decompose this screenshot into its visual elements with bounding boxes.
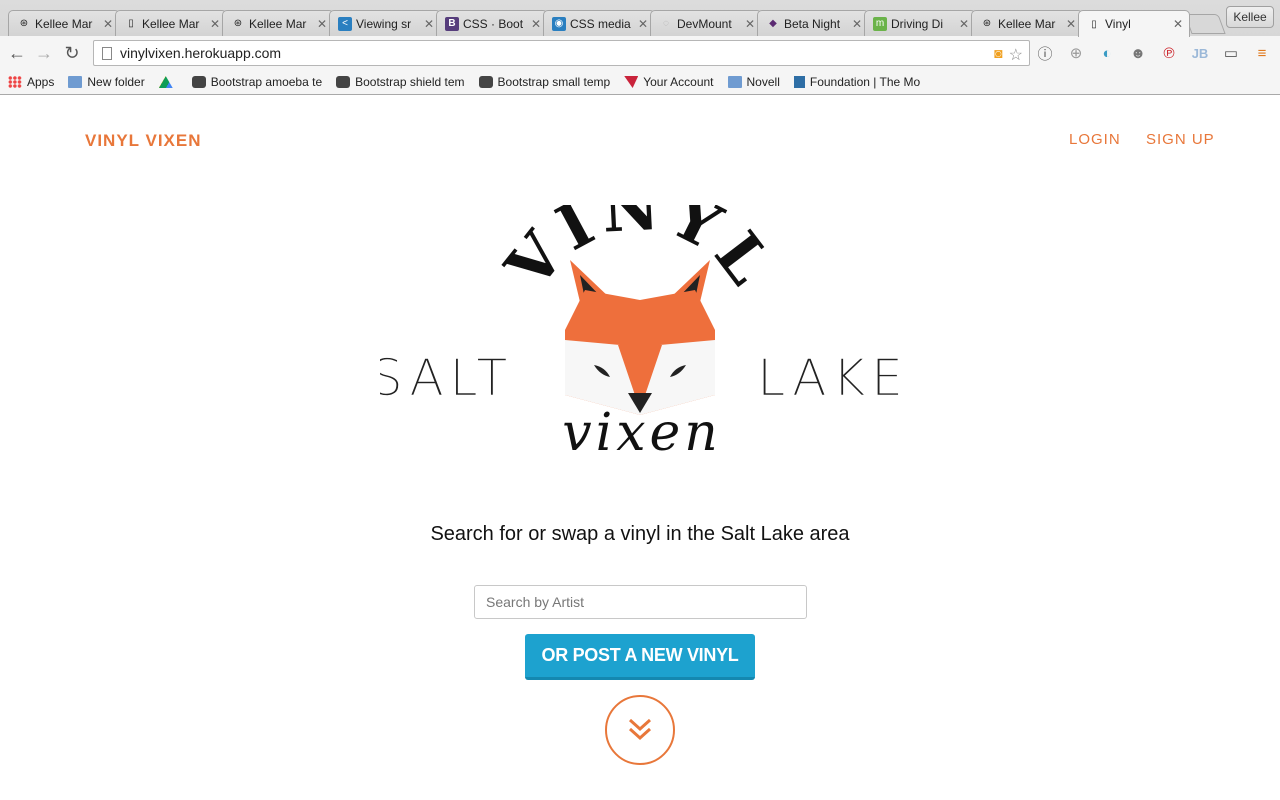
close-icon[interactable]: ✕: [103, 17, 113, 31]
page-icon: [102, 46, 112, 60]
drive-icon: [158, 76, 173, 88]
tab-beta-night[interactable]: ◆ Beta Night ✕: [757, 10, 869, 36]
address-bar[interactable]: vinylvixen.herokuapp.com ◙ ☆: [93, 40, 1030, 66]
new-tab-button[interactable]: [1184, 14, 1226, 34]
page-icon: ▯: [1091, 18, 1097, 30]
tab-viewing-source[interactable]: < Viewing sr ✕: [329, 10, 441, 36]
bookmarks-bar: Apps New folder Bootstrap amoeba te Boot…: [0, 70, 1280, 94]
double-chevron-down-icon: [628, 718, 652, 741]
login-link[interactable]: LOGIN: [1069, 131, 1121, 148]
profile-button[interactable]: Kellee: [1226, 6, 1274, 28]
bookmark-apps[interactable]: Apps: [8, 75, 54, 89]
bookmark-novell[interactable]: Novell: [727, 75, 780, 89]
cast-icon[interactable]: ▭: [1220, 42, 1242, 64]
info-icon[interactable]: ⓘ: [1034, 42, 1056, 64]
scroll-down-button[interactable]: [605, 695, 675, 765]
logo-script-text: vixen: [562, 403, 722, 463]
bootstrap-icon: B: [445, 16, 459, 31]
close-icon[interactable]: ✕: [531, 17, 541, 31]
close-icon[interactable]: ✕: [638, 17, 648, 31]
logo-right-text: LAKE: [757, 349, 900, 407]
tab-kellee-2[interactable]: ▯ Kellee Mar ✕: [115, 10, 227, 36]
chat-icon: ◉: [552, 16, 566, 31]
close-icon[interactable]: ✕: [317, 17, 327, 31]
globe-icon: ◌: [663, 18, 669, 29]
close-icon[interactable]: ✕: [424, 17, 434, 31]
hexagon-icon: [478, 76, 493, 88]
folder-icon: [727, 76, 742, 88]
octocat-icon: ⊛: [19, 18, 29, 29]
bookmark-drive[interactable]: [158, 76, 178, 88]
browser-toolbar: ← → ↻ vinylvixen.herokuapp.com ◙ ☆ ⓘ ⊕ ◐…: [0, 36, 1280, 70]
tab-devmount[interactable]: ◌ DevMount ✕: [650, 10, 762, 36]
ghostery-icon[interactable]: ☻: [1127, 42, 1149, 64]
folder-icon: [68, 76, 83, 88]
tab-vinyl[interactable]: ▯ Vinyl ✕: [1078, 10, 1190, 37]
close-icon[interactable]: ✕: [1066, 17, 1076, 31]
jetbrains-icon[interactable]: JB: [1189, 42, 1211, 64]
forward-arrow-icon[interactable]: →: [33, 42, 55, 64]
artist-search-input[interactable]: [474, 585, 807, 619]
fox-icon: [565, 260, 715, 415]
code-icon: <: [338, 16, 352, 31]
foundation-icon: [793, 76, 805, 88]
close-icon[interactable]: ✕: [959, 17, 969, 31]
tab-css-media[interactable]: ◉ CSS media ✕: [543, 10, 655, 36]
signup-link[interactable]: SIGN UP: [1146, 131, 1215, 148]
bookmark-bootstrap-small[interactable]: Bootstrap small temp: [478, 75, 610, 89]
tagline: Search for or swap a vinyl in the Salt L…: [430, 523, 850, 545]
chromecast-c-icon[interactable]: ◐: [1096, 42, 1118, 64]
hexagon-icon: [336, 76, 351, 88]
download-icon[interactable]: ⊕: [1065, 42, 1087, 64]
octocat-icon: ⊛: [982, 18, 992, 29]
page-icon: ▯: [128, 18, 134, 29]
bookmark-your-account[interactable]: Your Account: [624, 75, 714, 89]
browser-chrome: ⊛ Kellee Mar ✕ ▯ Kellee Mar ✕ ⊛ Kellee M…: [0, 0, 1280, 95]
octocat-icon: ⊛: [233, 18, 243, 29]
bookmark-foundation[interactable]: Foundation | The Mo: [793, 75, 920, 89]
logo-left-text: SALT: [380, 349, 513, 407]
page-content: VINYL VIXEN LOGIN SIGN UP VINYL SALT LAK…: [0, 95, 1280, 800]
apps-grid-icon: [8, 76, 22, 88]
diamond-icon: ◆: [769, 18, 777, 29]
menu-icon[interactable]: ≡: [1251, 42, 1273, 64]
vinyl-vixen-logo: VINYL SALT LAKE vixen: [380, 205, 900, 463]
close-icon[interactable]: ✕: [210, 17, 220, 31]
pocket-icon[interactable]: ◙: [994, 45, 1002, 65]
reload-icon[interactable]: ↻: [61, 42, 83, 64]
back-arrow-icon[interactable]: ←: [6, 42, 28, 64]
tab-kellee-1[interactable]: ⊛ Kellee Mar ✕: [8, 10, 120, 36]
post-new-vinyl-button[interactable]: OR POST A NEW VINYL: [525, 634, 755, 680]
url-text: vinylvixen.herokuapp.com: [120, 45, 282, 61]
flag-icon: [624, 76, 639, 88]
close-icon[interactable]: ✕: [745, 17, 755, 31]
extensions: ⓘ ⊕ ◐ ☻ ℗ JB ▭ ≡: [1034, 42, 1273, 64]
bookmark-star-icon[interactable]: ☆: [1009, 45, 1023, 65]
close-icon[interactable]: ✕: [1173, 17, 1183, 31]
logo-arc-text: VINYL: [491, 205, 789, 303]
close-icon[interactable]: ✕: [852, 17, 862, 31]
tab-kellee-3[interactable]: ⊛ Kellee Mar ✕: [222, 10, 334, 36]
tab-css-bootstrap[interactable]: B CSS · Boot ✕: [436, 10, 548, 36]
brand-link[interactable]: VINYL VIXEN: [85, 131, 202, 151]
tab-kellee-4[interactable]: ⊛ Kellee Mar ✕: [971, 10, 1083, 36]
bookmark-new-folder[interactable]: New folder: [68, 75, 145, 89]
map-icon: m: [873, 16, 887, 31]
tab-driving-directions[interactable]: m Driving Di ✕: [864, 10, 976, 36]
tab-strip: ⊛ Kellee Mar ✕ ▯ Kellee Mar ✕ ⊛ Kellee M…: [0, 0, 1280, 37]
hexagon-icon: [191, 76, 206, 88]
bookmark-bootstrap-shield[interactable]: Bootstrap shield tem: [336, 75, 465, 89]
bookmark-bootstrap-amoeba[interactable]: Bootstrap amoeba te: [191, 75, 322, 89]
pinterest-icon[interactable]: ℗: [1158, 42, 1180, 64]
